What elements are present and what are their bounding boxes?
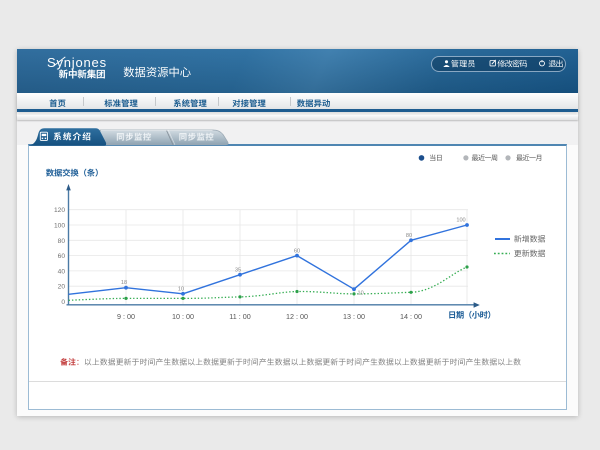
svg-text:12 : 00: 12 : 00 bbox=[286, 312, 308, 321]
svg-text:40: 40 bbox=[58, 268, 66, 275]
svg-text:80: 80 bbox=[58, 238, 66, 245]
svg-text:0: 0 bbox=[61, 299, 65, 306]
svg-text:20: 20 bbox=[58, 284, 66, 291]
svg-text:11 : 00: 11 : 00 bbox=[229, 312, 250, 321]
svg-text:60: 60 bbox=[294, 249, 300, 255]
svg-text:18: 18 bbox=[121, 280, 127, 286]
svg-text:9 : 00: 9 : 00 bbox=[117, 312, 135, 321]
svg-text:80: 80 bbox=[406, 233, 412, 239]
svg-text:10: 10 bbox=[178, 287, 184, 293]
svg-text:14 : 00: 14 : 00 bbox=[400, 312, 422, 321]
svg-text:100: 100 bbox=[54, 223, 65, 230]
svg-text:100: 100 bbox=[456, 218, 465, 224]
svg-text:60: 60 bbox=[58, 253, 66, 260]
svg-text:13 : 00: 13 : 00 bbox=[343, 312, 365, 321]
svg-text:35: 35 bbox=[235, 268, 241, 274]
svg-text:120: 120 bbox=[54, 207, 65, 214]
svg-text:10: 10 bbox=[358, 290, 364, 296]
svg-text:10 : 00: 10 : 00 bbox=[172, 312, 194, 321]
